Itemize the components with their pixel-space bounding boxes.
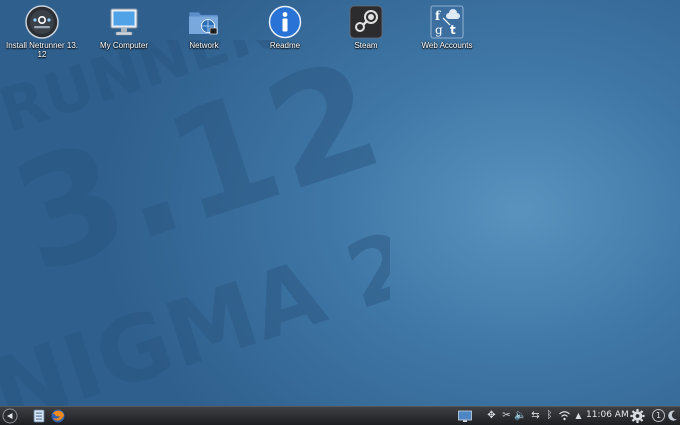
desktop-icon-label: Steam	[354, 41, 378, 50]
volume-icon[interactable]: 🔈	[514, 409, 527, 422]
desktop-icon-label: My Computer	[99, 41, 148, 50]
desktop-icon-label: Readme	[269, 41, 301, 50]
bluetooth-icon[interactable]: ᛒ	[543, 409, 556, 422]
desktop-icon-label: Network	[189, 41, 219, 50]
desktop-icon-label: Web Accounts	[421, 41, 473, 50]
web-accounts-icon: f g t	[430, 5, 464, 39]
watermark-line1: 3.12	[0, 40, 390, 308]
computer-monitor-icon	[110, 8, 138, 36]
file-manager-icon[interactable]	[31, 408, 47, 424]
info-icon	[268, 5, 302, 39]
watermark-line2: NIGMA 2	[0, 211, 390, 406]
svg-text:f: f	[435, 9, 441, 23]
desktop-icon-steam[interactable]: Steam	[324, 4, 408, 50]
desktop-icons: Install Netrunner 13. 12 My Computer Net…	[0, 4, 680, 64]
desktop-icon-install-netrunner[interactable]: Install Netrunner 13. 12	[0, 4, 84, 59]
install-disc-icon	[25, 5, 59, 39]
desktop-icon-label: Install Netrunner 13. 12	[5, 41, 79, 59]
wifi-icon[interactable]	[558, 409, 571, 422]
kickoff-menu-icon[interactable]	[2, 408, 18, 424]
cut-icon[interactable]: ✂	[500, 409, 513, 422]
firefox-icon[interactable]	[50, 408, 66, 424]
desktop[interactable]: RUNNER 3.12 NIGMA 2 Install Netrunner 13…	[0, 0, 680, 406]
notification-icon[interactable]: 1	[652, 409, 665, 422]
desktop-icon-my-computer[interactable]: My Computer	[82, 4, 166, 50]
network-folder-icon	[188, 11, 219, 35]
gear-icon[interactable]	[629, 408, 646, 424]
netrunner-watermark: RUNNER 3.12 NIGMA 2	[0, 40, 390, 406]
display-icon[interactable]	[457, 408, 473, 424]
taskbar: ✥ ✂ 🔈 ⇆ ᛒ ▲ 11:06 AM 1	[0, 406, 680, 425]
usb-icon[interactable]: ⇆	[529, 409, 542, 422]
svg-text:g: g	[435, 23, 443, 37]
svg-text:t: t	[450, 23, 456, 37]
desktop-icon-web-accounts[interactable]: f g t Web Accounts	[405, 4, 489, 50]
steam-icon	[349, 5, 383, 39]
arrow-up-icon[interactable]: ▲	[572, 409, 585, 422]
moon-icon[interactable]	[667, 409, 679, 422]
desktop-icon-network[interactable]: Network	[162, 4, 246, 50]
clock[interactable]: 11:06 AM	[586, 410, 629, 420]
desktop-icon-readme[interactable]: Readme	[243, 4, 327, 50]
move-icon[interactable]: ✥	[485, 409, 498, 422]
